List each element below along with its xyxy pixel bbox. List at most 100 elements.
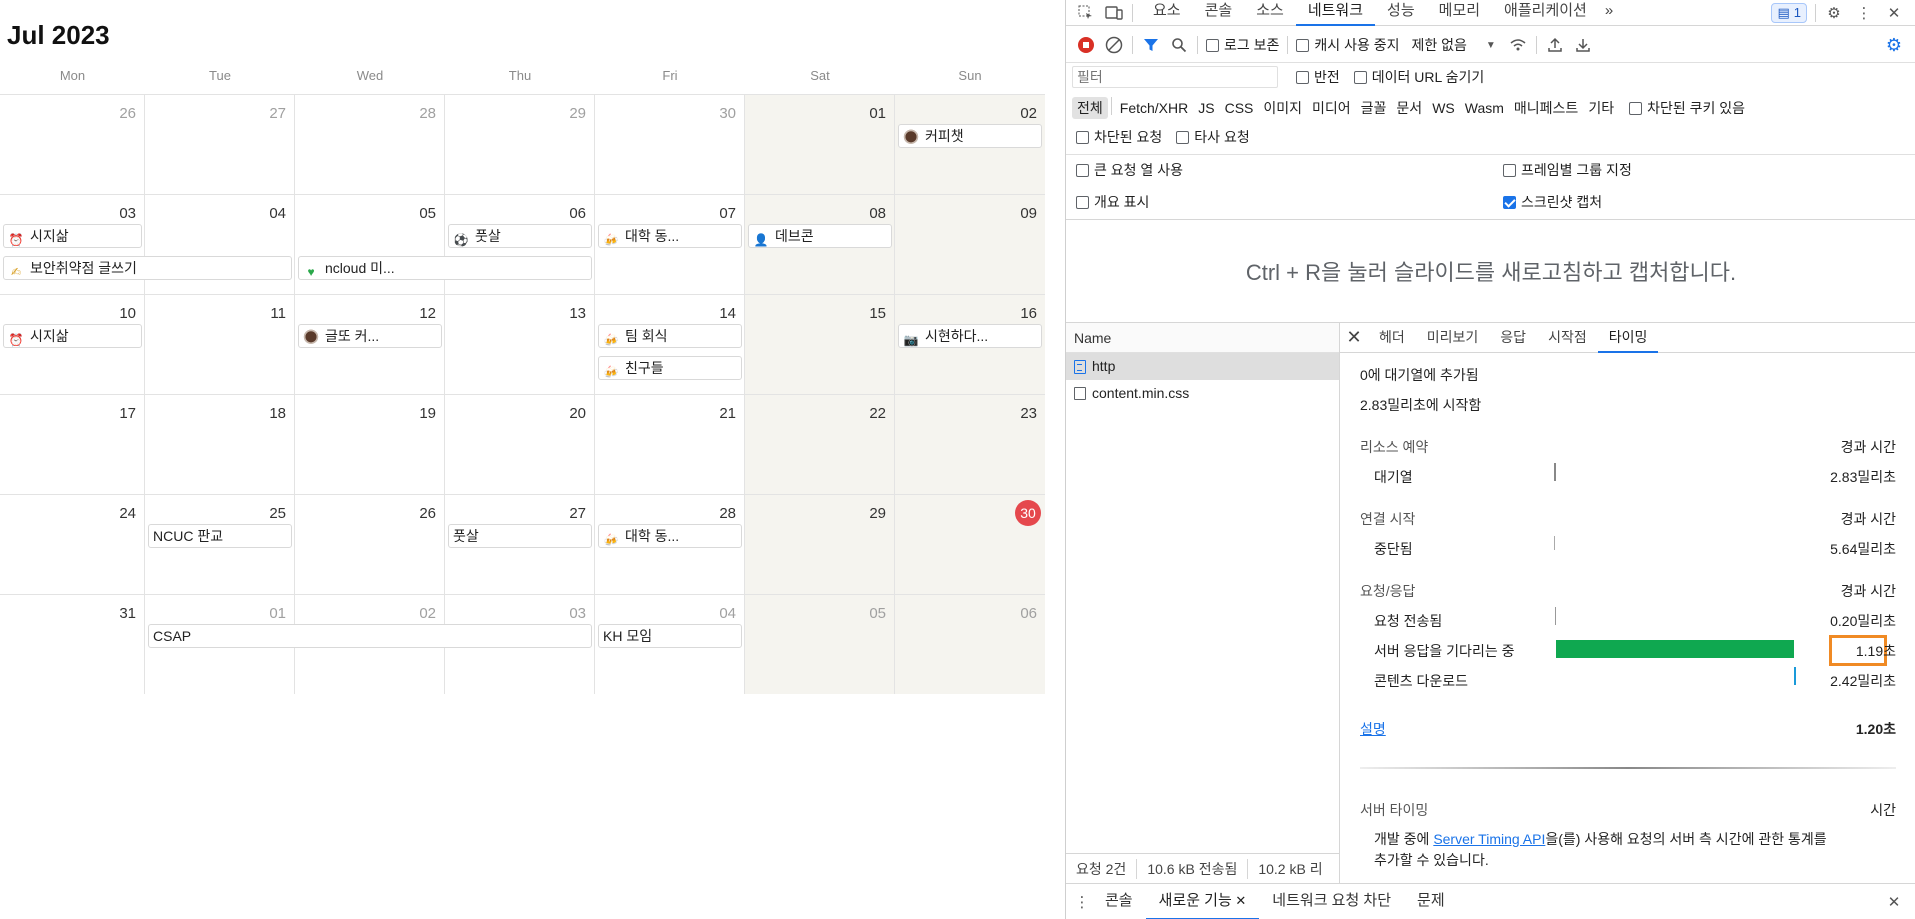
third-party-checkbox[interactable]: 타사 요청 [1176, 127, 1250, 147]
settings-gear-icon[interactable]: ⚙ [1824, 3, 1844, 23]
drawer-tab[interactable]: 네트워크 요청 차단 [1259, 884, 1404, 919]
calendar-day-cell[interactable]: 22 [745, 395, 895, 494]
calendar-event-coffee-chat[interactable]: 커피챗 [898, 124, 1042, 148]
calendar-day-cell[interactable]: 20 [445, 395, 595, 494]
detail-tab[interactable]: 타이밍 [1597, 323, 1659, 353]
devtools-tab[interactable]: 소스 [1244, 0, 1296, 26]
device-toolbar-icon[interactable] [1104, 3, 1124, 23]
network-settings-gear-icon[interactable]: ⚙ [1884, 35, 1904, 55]
inspect-element-icon[interactable] [1076, 3, 1096, 23]
group-by-frame-checkbox[interactable]: 프레임별 그룹 지정 [1503, 160, 1632, 180]
blocked-requests-checkbox[interactable]: 차단된 요청 [1076, 127, 1162, 147]
detail-tab[interactable]: 미리보기 [1416, 323, 1490, 353]
record-stop-icon[interactable] [1076, 35, 1096, 55]
calendar-event-kh[interactable]: KH 모임 [598, 624, 742, 648]
type-filter-button[interactable]: 기타 [1583, 97, 1619, 119]
calendar-day-cell[interactable]: 31 [0, 595, 145, 694]
devtools-tab[interactable]: 성능 [1375, 0, 1427, 26]
calendar-event-sihyun[interactable]: 📷 시현하다... [898, 324, 1042, 348]
calendar-event-friends[interactable]: 🍻 친구들 [598, 356, 742, 380]
calendar-day-cell[interactable]: 11 [145, 295, 295, 394]
calendar-event-sijisal-2[interactable]: ⏰ 시지삶 [3, 324, 142, 348]
calendar-day-cell[interactable]: 05 [745, 595, 895, 694]
type-filter-button[interactable]: Fetch/XHR [1115, 97, 1193, 119]
detail-tab[interactable]: 시작점 [1537, 323, 1598, 353]
show-overview-checkbox[interactable]: 개요 표시 [1076, 192, 1503, 212]
calendar-event-futsal-1[interactable]: ⚽ 풋살 [448, 224, 592, 248]
calendar-day-cell[interactable]: 24 [0, 495, 145, 594]
calendar-day-cell[interactable]: 13 [445, 295, 595, 394]
network-conditions-icon[interactable] [1508, 35, 1528, 55]
devtools-tab[interactable]: 애플리케이션 [1492, 0, 1599, 26]
calendar-day-cell[interactable]: 17 [0, 395, 145, 494]
explanation-link[interactable]: 설명 [1360, 719, 1386, 739]
close-devtools-icon[interactable]: ✕ [1884, 3, 1904, 23]
devtools-tab[interactable]: 메모리 [1427, 0, 1492, 26]
drawer-tab[interactable]: 문제 [1404, 884, 1458, 919]
detail-tab[interactable]: 헤더 [1368, 323, 1416, 353]
filter-input[interactable] [1072, 66, 1278, 88]
calendar-event-devcon[interactable]: 👤 데브콘 [748, 224, 892, 248]
clear-icon[interactable] [1104, 35, 1124, 55]
type-filter-button[interactable]: CSS [1220, 97, 1259, 119]
type-filter-button[interactable]: 문서 [1391, 97, 1427, 119]
calendar-event-ncloud[interactable]: ♥ ncloud 미... [298, 256, 592, 280]
calendar-day-cell[interactable]: 23 [895, 395, 1045, 494]
hide-data-urls-checkbox[interactable]: 데이터 URL 숨기기 [1353, 67, 1484, 87]
throttling-select[interactable]: 제한 없음 ▼ [1411, 35, 1495, 55]
calendar-day-cell[interactable]: 27 [145, 95, 295, 194]
filter-icon[interactable] [1141, 35, 1161, 55]
calendar-day-cell[interactable]: 30 [895, 495, 1045, 594]
server-timing-api-link[interactable]: Server Timing API [1433, 831, 1545, 847]
close-drawer-icon[interactable]: ✕ [1884, 892, 1904, 912]
calendar-event-team-dinner[interactable]: 🍻 팀 회식 [598, 324, 742, 348]
calendar-day-cell[interactable]: 06 [895, 595, 1045, 694]
type-filter-button[interactable]: 이미지 [1258, 97, 1307, 119]
calendar-day-cell[interactable]: 30 [595, 95, 745, 194]
calendar-day-cell[interactable]: 09 [895, 195, 1045, 294]
request-row[interactable]: content.min.css [1066, 380, 1339, 407]
calendar-event-security-writing[interactable]: ✍ 보안취약점 글쓰기 [3, 256, 292, 280]
calendar-event-univ-1[interactable]: 🍻 대학 동... [598, 224, 742, 248]
drawer-tab[interactable]: 새로운 기능 ✕ [1145, 884, 1260, 919]
name-column-header[interactable]: Name [1066, 323, 1339, 353]
disable-cache-checkbox[interactable]: 캐시 사용 중지 [1296, 35, 1399, 55]
type-filter-button[interactable]: 매니페스트 [1509, 97, 1583, 119]
blocked-cookies-checkbox[interactable]: 차단된 쿠키 있음 [1629, 98, 1745, 118]
calendar-day-cell[interactable]: 15 [745, 295, 895, 394]
type-filter-button[interactable]: JS [1193, 97, 1219, 119]
calendar-event-ncuc[interactable]: NCUC 판교 [148, 524, 292, 548]
calendar-day-cell[interactable]: 29 [745, 495, 895, 594]
calendar-day-cell[interactable]: 19 [295, 395, 445, 494]
type-filter-button[interactable]: 글꼴 [1356, 97, 1392, 119]
type-filter-button[interactable]: WS [1427, 97, 1460, 119]
import-har-icon[interactable] [1545, 35, 1565, 55]
calendar-event-geulto[interactable]: 글또 커... [298, 324, 442, 348]
devtools-tab[interactable]: 콘솔 [1193, 0, 1245, 26]
calendar-event-univ-2[interactable]: 🍻 대학 동... [598, 524, 742, 548]
drawer-tab[interactable]: 콘솔 [1092, 884, 1146, 919]
devtools-tab[interactable]: 네트워크 [1295, 0, 1376, 26]
more-tabs-button[interactable]: » [1599, 0, 1619, 26]
more-options-icon[interactable]: ⋮ [1854, 3, 1874, 23]
type-filter-button[interactable]: 미디어 [1307, 97, 1356, 119]
invert-checkbox[interactable]: 반전 [1296, 67, 1340, 87]
calendar-day-cell[interactable]: 18 [145, 395, 295, 494]
calendar-day-cell[interactable]: 26 [295, 495, 445, 594]
export-har-icon[interactable] [1573, 35, 1593, 55]
close-tab-icon[interactable]: ✕ [1232, 893, 1246, 908]
issues-badge[interactable]: ▤ 1 [1771, 2, 1807, 23]
drawer-menu-icon[interactable]: ⋮ [1072, 892, 1092, 912]
calendar-day-cell[interactable]: 26 [0, 95, 145, 194]
calendar-event-futsal-2[interactable]: 풋살 [448, 524, 592, 548]
request-row[interactable]: http [1066, 353, 1339, 380]
calendar-day-cell[interactable]: 28 [295, 95, 445, 194]
devtools-tab[interactable]: 요소 [1141, 0, 1193, 26]
calendar-event-csap[interactable]: CSAP [148, 624, 592, 648]
big-rows-checkbox[interactable]: 큰 요청 열 사용 [1076, 160, 1503, 180]
calendar-day-cell[interactable]: 21 [595, 395, 745, 494]
calendar-day-cell[interactable]: 01 [745, 95, 895, 194]
calendar-event-sijisal-1[interactable]: ⏰ 시지삶 [3, 224, 142, 248]
preserve-log-checkbox[interactable]: 로그 보존 [1206, 35, 1279, 55]
search-icon[interactable] [1169, 35, 1189, 55]
